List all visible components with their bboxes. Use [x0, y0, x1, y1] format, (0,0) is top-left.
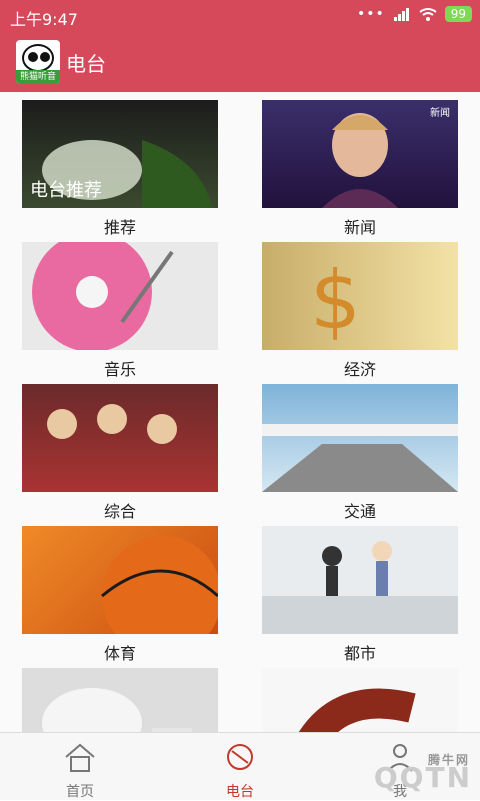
category-card-news[interactable]: 新闻 新闻: [240, 92, 480, 234]
category-card-city[interactable]: 都市: [240, 518, 480, 660]
category-grid: 电台推荐 推荐 新闻 新闻 音乐 $ 经济: [0, 92, 480, 732]
thumbnail-news: 新闻: [262, 100, 458, 208]
page-title: 电台: [66, 48, 106, 77]
category-card-sports[interactable]: 体育: [0, 518, 240, 660]
thumbnail-city: [262, 526, 458, 634]
thumbnail-tea: [22, 668, 218, 732]
category-card-recommend[interactable]: 电台推荐 推荐: [0, 92, 240, 234]
more-dots-icon: •••: [357, 6, 385, 22]
wifi-icon: [419, 7, 437, 21]
thumbnail-sports: [22, 526, 218, 634]
status-time: 上午9:47: [10, 6, 78, 30]
watermark: 腾牛网 QQTN: [374, 761, 472, 794]
status-icons: ••• 99: [357, 6, 472, 22]
logo-text: 熊猫听音: [16, 70, 60, 84]
tab-radio-label: 电台: [160, 781, 320, 801]
battery-indicator: 99: [445, 6, 472, 22]
svg-text:$: $: [310, 254, 361, 347]
thumbnail-violin: [262, 668, 458, 732]
category-card-tea[interactable]: [0, 660, 240, 732]
news-tag: 新闻: [430, 104, 450, 119]
signal-icon: [393, 7, 411, 21]
category-card-violin[interactable]: [240, 660, 480, 732]
thumbnail-recommend: 电台推荐: [22, 100, 218, 208]
app-bar: 熊猫听音 电台: [0, 32, 480, 92]
thumbnail-music: [22, 242, 218, 350]
overlay-text-recommend: 电台推荐: [30, 176, 102, 202]
home-icon: [62, 739, 98, 775]
tab-radio[interactable]: 电台: [160, 739, 320, 801]
thumbnail-general: [22, 384, 218, 492]
tab-home-label: 首页: [0, 781, 160, 801]
radio-icon: [222, 739, 258, 775]
thumbnail-traffic: [262, 384, 458, 492]
thumbnail-economy: $: [262, 242, 458, 350]
category-card-general[interactable]: 综合: [0, 376, 240, 518]
bottom-tab-bar: 首页 电台 我 腾牛网 QQTN: [0, 732, 480, 800]
tab-home[interactable]: 首页: [0, 739, 160, 801]
category-card-music[interactable]: 音乐: [0, 234, 240, 376]
app-logo[interactable]: 熊猫听音: [16, 40, 60, 84]
status-bar: 上午9:47 ••• 99: [0, 0, 480, 32]
category-card-economy[interactable]: $ 经济: [240, 234, 480, 376]
category-card-traffic[interactable]: 交通: [240, 376, 480, 518]
